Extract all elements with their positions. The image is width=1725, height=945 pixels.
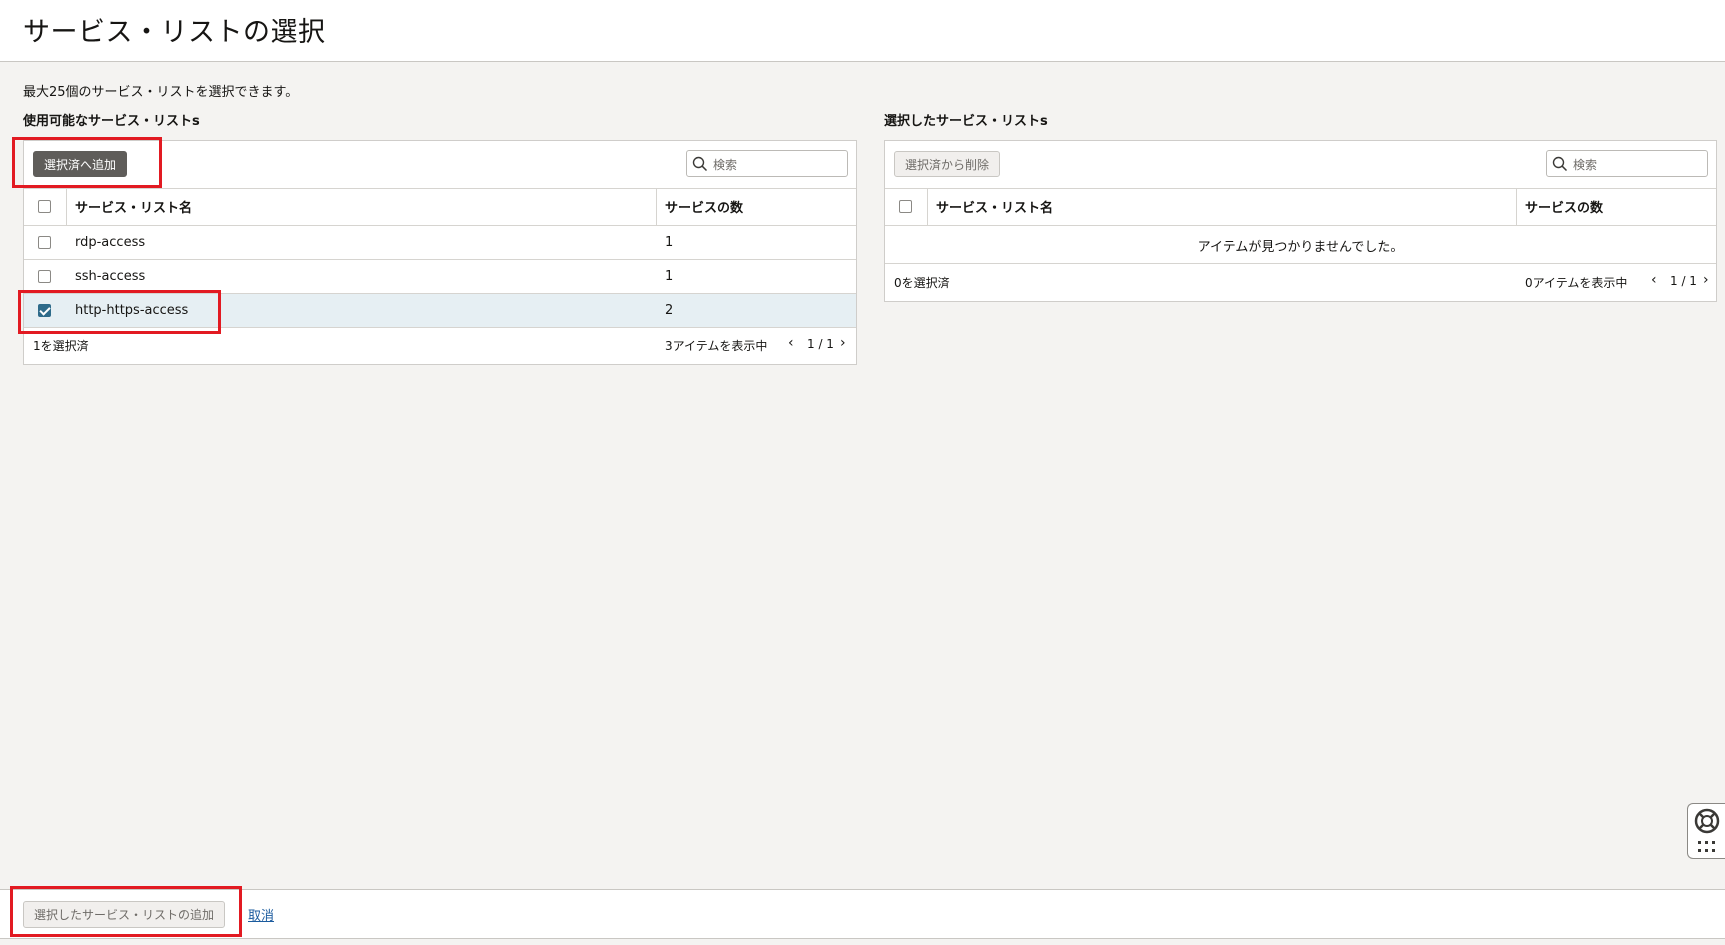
row-count: 1 (665, 235, 674, 250)
select-all-checkbox[interactable] (38, 200, 51, 213)
available-toolbar: 選択済へ追加 (24, 141, 856, 189)
search-icon (1552, 156, 1568, 172)
page-header: サービス・リストの選択 (0, 0, 1725, 62)
row-checkbox-checked[interactable] (38, 304, 51, 317)
empty-row: アイテムが見つかりませんでした。 (885, 226, 1716, 264)
add-to-selected-button[interactable]: 選択済へ追加 (33, 151, 128, 177)
column-header-name[interactable]: サービス・リスト名 (936, 188, 1053, 225)
table-row[interactable]: rdp-access 1 (24, 226, 856, 260)
remove-from-selected-button[interactable]: 選択済から削除 (894, 151, 1001, 177)
column-header-count[interactable]: サービスの数 (1525, 188, 1603, 225)
available-search (686, 150, 848, 177)
selected-lists-panel: 選択済から削除 サービス・リスト名 サービスの数 アイテムが見つかりませんでした… (884, 140, 1717, 302)
selected-count: 1を選択済 (33, 339, 89, 353)
select-all-checkbox[interactable] (899, 200, 912, 213)
items-showing: 0アイテムを表示中 (1525, 276, 1628, 290)
page-indicator: 1 / 1 (807, 337, 834, 351)
chevron-left-icon[interactable]: ‹ (1651, 272, 1657, 288)
selected-search (1546, 150, 1708, 177)
column-header-count[interactable]: サービスの数 (665, 188, 743, 225)
search-icon (692, 156, 708, 172)
row-checkbox[interactable] (38, 236, 51, 249)
chevron-left-icon[interactable]: ‹ (788, 335, 794, 351)
page-description: 最大25個のサービス・リストを選択できます。 (23, 85, 299, 100)
available-table-header: サービス・リスト名 サービスの数 (24, 188, 856, 226)
lifebuoy-icon[interactable] (1694, 808, 1720, 834)
available-lists-panel: 選択済へ追加 サービス・リスト名 サービスの数 rdp-access 1 ssh… (23, 140, 857, 365)
column-header-name[interactable]: サービス・リスト名 (75, 188, 192, 225)
available-table-footer: 1を選択済 3アイテムを表示中 ‹ 1 / 1 › (24, 335, 856, 355)
row-checkbox[interactable] (38, 270, 51, 283)
table-row[interactable]: ssh-access 1 (24, 260, 856, 294)
grid-icon[interactable] (1697, 840, 1717, 856)
chevron-right-icon[interactable]: › (1703, 272, 1709, 288)
selected-toolbar: 選択済から削除 (885, 141, 1716, 189)
selected-table-footer: 0を選択済 0アイテムを表示中 ‹ 1 / 1 › (885, 272, 1716, 292)
row-count: 2 (665, 303, 674, 318)
available-lists-label: 使用可能なサービス・リストs (23, 114, 200, 129)
help-widget[interactable] (1687, 803, 1725, 859)
items-showing: 3アイテムを表示中 (665, 339, 768, 353)
bottom-action-bar: 選択したサービス・リストの追加 取消 (0, 889, 1725, 939)
empty-message: アイテムが見つかりませんでした。 (1197, 240, 1404, 255)
row-name: ssh-access (75, 269, 146, 284)
selected-search-input[interactable] (1571, 154, 1705, 175)
row-name: rdp-access (75, 235, 146, 250)
page-title: サービス・リストの選択 (23, 17, 326, 48)
selected-count: 0を選択済 (894, 276, 950, 290)
cancel-link[interactable]: 取消 (248, 905, 274, 924)
available-search-input[interactable] (711, 154, 845, 175)
row-name: http-https-access (75, 303, 189, 318)
add-selected-service-lists-button[interactable]: 選択したサービス・リストの追加 (23, 901, 226, 928)
row-count: 1 (665, 269, 674, 284)
selected-table-header: サービス・リスト名 サービスの数 (885, 188, 1716, 226)
table-row[interactable]: http-https-access 2 (24, 294, 856, 328)
selected-lists-label: 選択したサービス・リストs (884, 114, 1048, 129)
page-indicator: 1 / 1 (1670, 274, 1697, 288)
chevron-right-icon[interactable]: › (840, 335, 846, 351)
